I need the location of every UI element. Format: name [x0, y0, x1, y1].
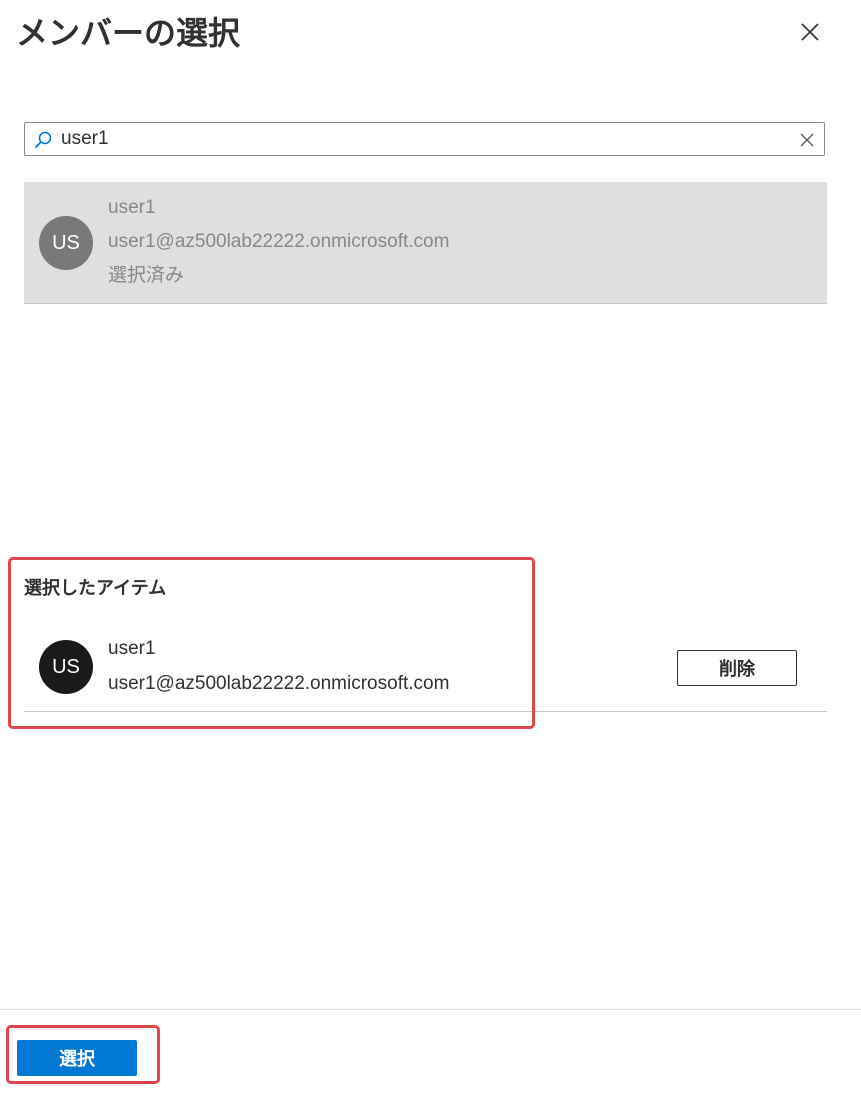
avatar: US [39, 216, 93, 270]
search-result-row[interactable]: US user1 user1@az500lab22222.onmicrosoft… [24, 182, 827, 304]
search-box [24, 122, 825, 156]
search-icon [34, 131, 52, 149]
search-input[interactable] [61, 123, 781, 155]
selected-item-name: user1 [108, 638, 156, 659]
avatar: US [39, 640, 93, 694]
selected-items-heading: 選択したアイテム [24, 578, 167, 599]
close-icon [801, 23, 819, 41]
result-email: user1@az500lab22222.onmicrosoft.com [108, 231, 450, 252]
panel-title: メンバーの選択 [16, 14, 241, 52]
selected-item-row: US user1 user1@az500lab22222.onmicrosoft… [24, 623, 827, 712]
close-button[interactable] [796, 18, 824, 46]
member-select-panel: メンバーの選択 US user1 user1@az500lab22222.onm… [0, 0, 861, 1101]
footer-divider [0, 1009, 861, 1010]
remove-button[interactable]: 削除 [677, 650, 797, 686]
clear-icon[interactable] [799, 132, 815, 148]
result-name: user1 [108, 197, 156, 218]
select-button[interactable]: 選択 [17, 1040, 137, 1076]
result-status: 選択済み [108, 265, 185, 286]
selected-item-email: user1@az500lab22222.onmicrosoft.com [108, 673, 450, 694]
selected-items-section: 選択したアイテム US user1 user1@az500lab22222.on… [24, 570, 827, 712]
